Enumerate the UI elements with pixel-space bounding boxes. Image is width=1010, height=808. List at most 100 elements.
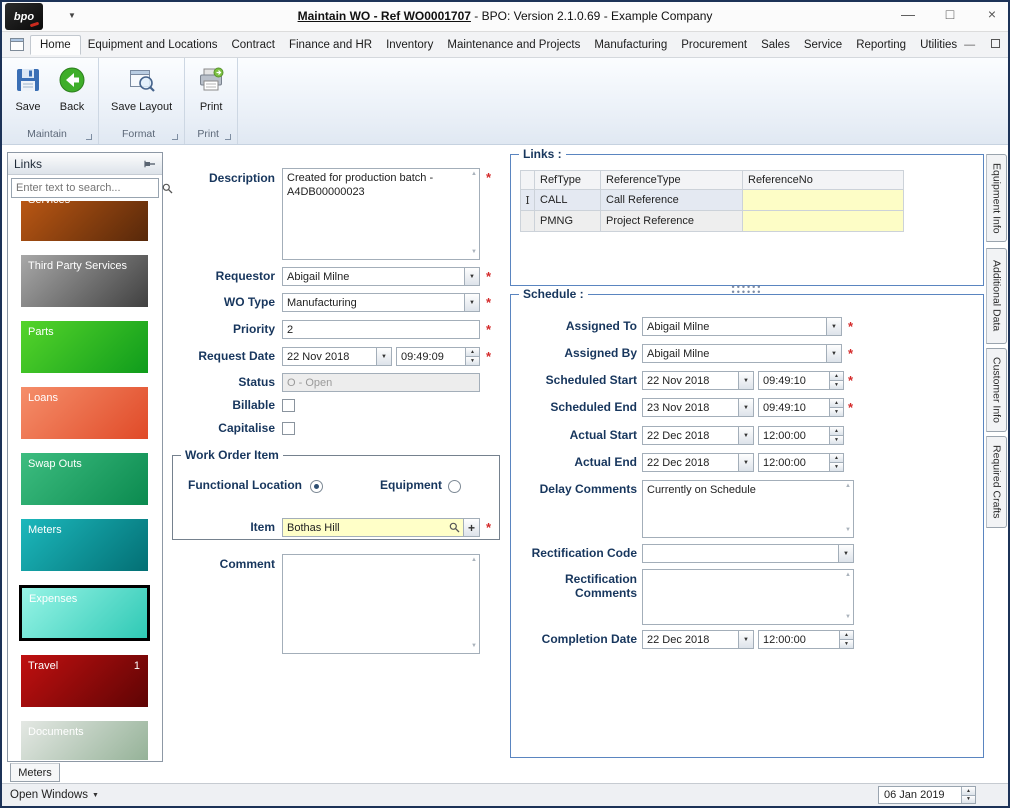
wo-type-select[interactable]: Manufacturing ▼ xyxy=(282,293,480,312)
referencetype-cell[interactable]: Call Reference xyxy=(601,190,743,211)
scroll-up-icon[interactable]: ▲ xyxy=(471,557,477,565)
tab-utilities[interactable]: Utilities xyxy=(913,35,964,55)
spinner-buttons[interactable]: ▲▼ xyxy=(829,372,843,389)
spin-up-icon[interactable]: ▲ xyxy=(830,454,843,462)
reftype-cell[interactable]: CALL xyxy=(535,190,601,211)
completion-date-picker[interactable]: 22 Dec 2018 ▼ xyxy=(642,630,754,649)
spinner-buttons[interactable]: ▲▼ xyxy=(829,454,843,471)
column-header-referenceno[interactable]: ReferenceNo xyxy=(743,170,904,190)
spinner-buttons[interactable]: ▲▼ xyxy=(961,787,975,803)
spin-down-icon[interactable]: ▼ xyxy=(830,435,843,444)
tab-reporting[interactable]: Reporting xyxy=(849,35,913,55)
tab-finance-and-hr[interactable]: Finance and HR xyxy=(282,35,379,55)
referenceno-cell[interactable] xyxy=(743,190,904,211)
search-icon[interactable] xyxy=(449,522,460,533)
completion-time-spinner[interactable]: 12:00:00 ▲▼ xyxy=(758,630,854,649)
item-lookup-field[interactable]: Bothas Hill xyxy=(282,518,464,537)
tab-contract[interactable]: Contract xyxy=(224,35,281,55)
print-button[interactable]: Print xyxy=(189,60,233,117)
spin-down-icon[interactable]: ▼ xyxy=(830,407,843,416)
chevron-down-icon[interactable]: ▼ xyxy=(838,545,853,562)
ribbon-restore-icon[interactable] xyxy=(991,39,1000,48)
capitalise-checkbox[interactable] xyxy=(282,422,295,435)
scheduled-start-date-picker[interactable]: 22 Nov 2018 ▼ xyxy=(642,371,754,390)
assigned-by-select[interactable]: Abigail Milne ▼ xyxy=(642,344,842,363)
spin-up-icon[interactable]: ▲ xyxy=(830,427,843,435)
referenceno-cell[interactable] xyxy=(743,211,904,232)
scroll-up-icon[interactable]: ▲ xyxy=(471,171,477,179)
tab-inventory[interactable]: Inventory xyxy=(379,35,440,55)
assigned-to-select[interactable]: Abigail Milne ▼ xyxy=(642,317,842,336)
request-time-spinner[interactable]: 09:49:09 ▲▼ xyxy=(396,347,480,366)
tile-travel[interactable]: Travel1 xyxy=(21,655,148,707)
spinner-buttons[interactable]: ▲▼ xyxy=(829,427,843,444)
side-tab-customer-info[interactable]: Customer Info xyxy=(986,348,1007,432)
scheduled-end-date-picker[interactable]: 23 Nov 2018 ▼ xyxy=(642,398,754,417)
priority-input[interactable]: 2 xyxy=(282,320,480,339)
tab-maintenance-and-projects[interactable]: Maintenance and Projects xyxy=(440,35,587,55)
chevron-down-icon[interactable]: ▼ xyxy=(464,294,479,311)
spin-up-icon[interactable]: ▲ xyxy=(840,631,853,639)
tile-swap-outs[interactable]: Swap Outs xyxy=(21,453,148,505)
tab-procurement[interactable]: Procurement xyxy=(674,35,754,55)
group-dialog-launcher-icon[interactable] xyxy=(86,134,92,140)
side-tab-additional-data[interactable]: Additional Data xyxy=(986,248,1007,344)
spin-up-icon[interactable]: ▲ xyxy=(466,348,479,356)
status-date-picker[interactable]: 06 Jan 2019 ▲▼ xyxy=(878,786,976,804)
actual-start-time-spinner[interactable]: 12:00:00 ▲▼ xyxy=(758,426,844,445)
scheduled-start-time-spinner[interactable]: 09:49:10 ▲▼ xyxy=(758,371,844,390)
tab-service[interactable]: Service xyxy=(797,35,849,55)
column-header-referencetype[interactable]: ReferenceType xyxy=(601,170,743,190)
reftype-cell[interactable]: PMNG xyxy=(535,211,601,232)
scroll-down-icon[interactable]: ▼ xyxy=(471,249,477,257)
chevron-down-icon[interactable]: ▼ xyxy=(738,372,753,389)
tab-home[interactable]: Home xyxy=(30,35,81,55)
tile-meters[interactable]: Meters xyxy=(21,519,148,571)
equipment-radio[interactable] xyxy=(448,480,461,493)
spinner-buttons[interactable]: ▲▼ xyxy=(829,399,843,416)
delay-comments-textarea[interactable]: Currently on Schedule ▲ ▼ xyxy=(642,480,854,538)
chevron-down-icon[interactable]: ▼ xyxy=(738,631,753,648)
description-textarea[interactable]: Created for production batch - A4DB00000… xyxy=(282,168,480,260)
chevron-down-icon[interactable]: ▼ xyxy=(738,427,753,444)
spin-down-icon[interactable]: ▼ xyxy=(962,795,975,804)
back-button[interactable]: Back xyxy=(50,60,94,117)
tile-services[interactable]: Services xyxy=(21,201,148,241)
scroll-down-icon[interactable]: ▼ xyxy=(471,643,477,651)
group-dialog-launcher-icon[interactable] xyxy=(225,134,231,140)
save-button[interactable]: Save xyxy=(6,60,50,117)
spinner-buttons[interactable]: ▲▼ xyxy=(465,348,479,365)
spin-down-icon[interactable]: ▼ xyxy=(466,356,479,365)
rectification-code-select[interactable]: ▼ xyxy=(642,544,854,563)
chevron-down-icon[interactable]: ▼ xyxy=(464,268,479,285)
maximize-icon[interactable]: □ xyxy=(942,6,958,22)
tab-manufacturing[interactable]: Manufacturing xyxy=(587,35,674,55)
column-header-reftype[interactable]: RefType xyxy=(535,170,601,190)
actual-start-date-picker[interactable]: 22 Dec 2018 ▼ xyxy=(642,426,754,445)
spin-down-icon[interactable]: ▼ xyxy=(830,462,843,471)
chevron-down-icon[interactable]: ▼ xyxy=(738,454,753,471)
requestor-select[interactable]: Abigail Milne ▼ xyxy=(282,267,480,286)
tile-parts[interactable]: Parts xyxy=(21,321,148,373)
billable-checkbox[interactable] xyxy=(282,399,295,412)
tile-expenses[interactable]: Expenses xyxy=(19,585,150,641)
scroll-down-icon[interactable]: ▼ xyxy=(845,527,851,535)
comment-textarea[interactable]: ▲ ▼ xyxy=(282,554,480,654)
tile-loans[interactable]: Loans xyxy=(21,387,148,439)
ribbon-minimize-icon[interactable]: — xyxy=(964,39,975,51)
spinner-buttons[interactable]: ▲▼ xyxy=(839,631,853,648)
side-tab-equipment-info[interactable]: Equipment Info xyxy=(986,154,1007,242)
side-tab-required-crafts[interactable]: Required Crafts xyxy=(986,436,1007,528)
referencetype-cell[interactable]: Project Reference xyxy=(601,211,743,232)
minimize-icon[interactable]: — xyxy=(900,6,916,22)
tab-sales[interactable]: Sales xyxy=(754,35,797,55)
scroll-up-icon[interactable]: ▲ xyxy=(845,483,851,491)
request-date-picker[interactable]: 22 Nov 2018 ▼ xyxy=(282,347,392,366)
spin-up-icon[interactable]: ▲ xyxy=(962,787,975,795)
scroll-down-icon[interactable]: ▼ xyxy=(845,614,851,622)
tile-documents[interactable]: Documents xyxy=(21,721,148,760)
rectification-comments-textarea[interactable]: ▲ ▼ xyxy=(642,569,854,625)
scheduled-end-time-spinner[interactable]: 09:49:10 ▲▼ xyxy=(758,398,844,417)
close-icon[interactable]: × xyxy=(984,6,1000,22)
bottom-tab-meters[interactable]: Meters xyxy=(10,763,60,782)
